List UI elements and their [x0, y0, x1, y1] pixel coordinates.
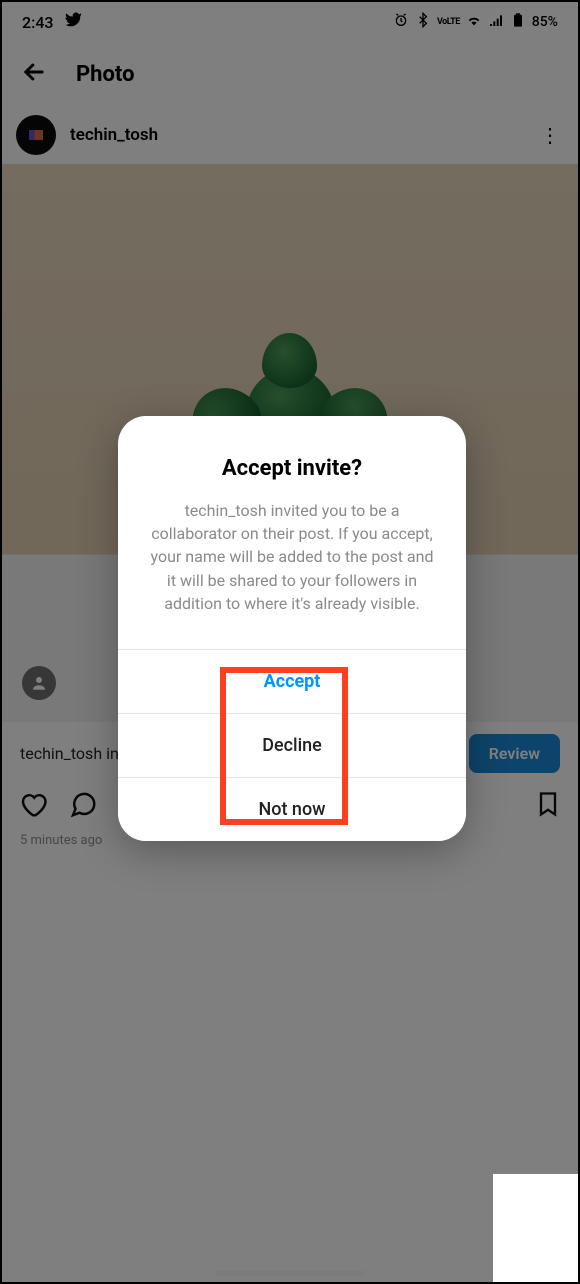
decline-button[interactable]: Decline: [118, 713, 466, 777]
accept-button[interactable]: Accept: [118, 649, 466, 713]
bottom-white-patch: [493, 1174, 578, 1282]
home-indicator: [215, 1271, 365, 1276]
dialog-body-text: techin_tosh invited you to be a collabor…: [146, 499, 438, 615]
accept-invite-dialog: Accept invite? techin_tosh invited you t…: [118, 416, 466, 841]
dialog-title: Accept invite?: [146, 456, 438, 481]
not-now-button[interactable]: Not now: [118, 777, 466, 841]
